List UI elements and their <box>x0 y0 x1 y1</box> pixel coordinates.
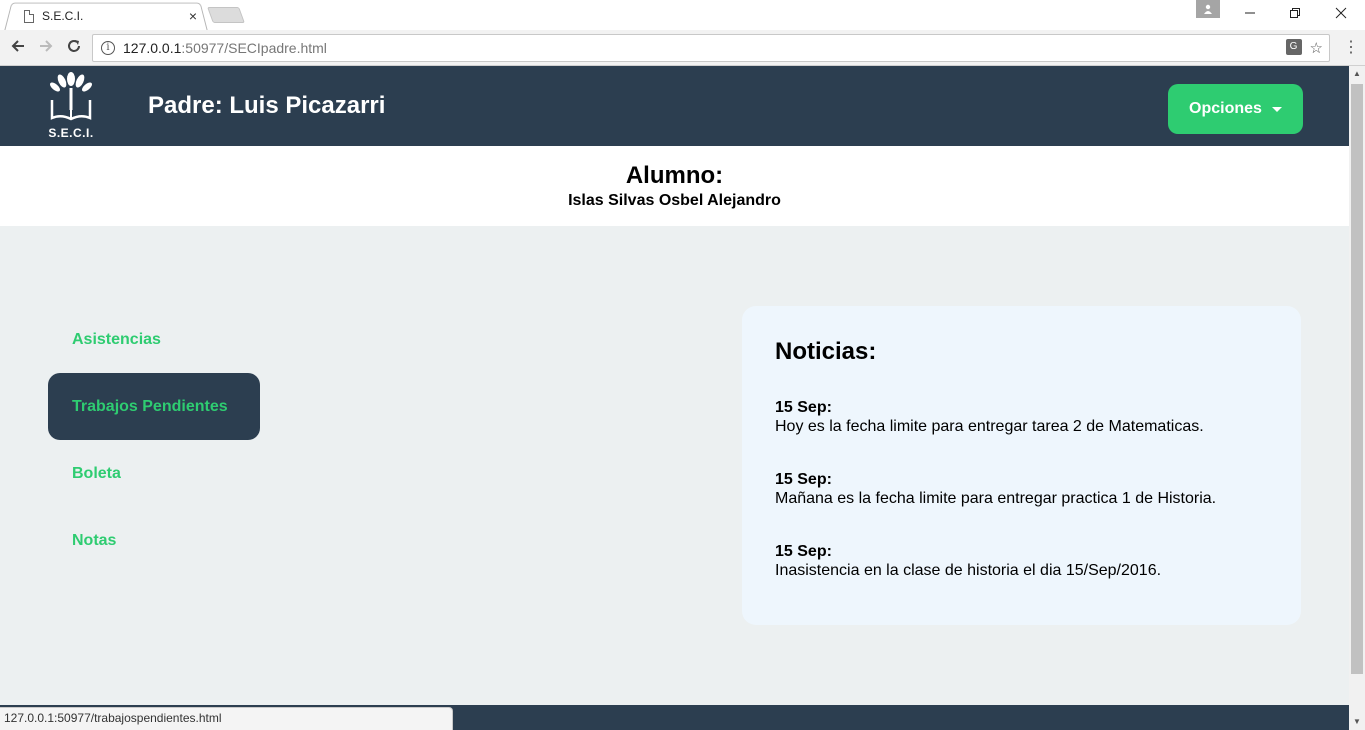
browser-tab-content[interactable]: S.E.C.I. × <box>24 4 200 28</box>
menu-item-boleta[interactable]: Boleta <box>48 440 260 507</box>
options-label: Opciones <box>1189 100 1262 117</box>
news-panel: Noticias: 15 Sep: Hoy es la fecha limite… <box>742 306 1301 625</box>
browser-toolbar: i 127.0.0.1:50977/SECIpadre.html G ☆ ⋮ <box>0 30 1365 66</box>
student-label: Alumno: <box>625 162 724 189</box>
url-path: :50977/SECIpadre.html <box>181 40 327 56</box>
back-icon[interactable] <box>8 38 28 58</box>
scroll-thumb[interactable] <box>1351 84 1363 674</box>
new-tab-button[interactable] <box>207 7 245 23</box>
news-item: 15 Sep: Inasistencia en la clase de hist… <box>775 542 1268 580</box>
url-host: 127.0.0.1 <box>123 40 182 56</box>
options-dropdown-button[interactable]: Opciones <box>1168 84 1303 134</box>
page-title: Padre: Luis Picazarri <box>148 92 386 119</box>
minimize-icon[interactable] <box>1240 4 1260 24</box>
page-scrollbar[interactable]: ▲ ▼ <box>1349 66 1365 730</box>
close-window-icon[interactable] <box>1331 4 1351 24</box>
side-menu: Asistencias Trabajos Pendientes Boleta N… <box>48 306 260 574</box>
tree-book-icon <box>50 72 92 121</box>
menu-item-trabajos-pendientes[interactable]: Trabajos Pendientes <box>48 373 260 440</box>
page-viewport: S.E.C.I. Padre: Luis Picazarri Opciones … <box>0 66 1349 730</box>
status-bar-url: 127.0.0.1:50977/trabajospendientes.html <box>0 707 453 730</box>
news-date: 15 Sep: <box>775 471 832 488</box>
seci-logo[interactable]: S.E.C.I. <box>44 70 98 142</box>
address-bar[interactable]: i 127.0.0.1:50977/SECIpadre.html G ☆ <box>92 34 1330 62</box>
news-date: 15 Sep: <box>775 399 832 416</box>
scroll-up-icon[interactable]: ▲ <box>1349 66 1365 82</box>
forward-icon[interactable] <box>36 38 56 58</box>
translate-icon[interactable]: G <box>1285 39 1302 55</box>
restore-icon[interactable] <box>1285 4 1305 24</box>
menu-item-notas[interactable]: Notas <box>48 507 260 574</box>
logo-text: S.E.C.I. <box>48 126 94 140</box>
tab-close-icon[interactable]: × <box>186 8 200 24</box>
student-info: Alumno: Islas Silvas Osbel Alejandro <box>0 146 1349 226</box>
news-date: 15 Sep: <box>775 543 832 560</box>
scroll-down-icon[interactable]: ▼ <box>1349 714 1365 730</box>
browser-menu-icon[interactable]: ⋮ <box>1343 38 1359 58</box>
document-icon <box>24 9 34 23</box>
news-title: Noticias: <box>775 338 877 365</box>
student-name: Islas Silvas Osbel Alejandro <box>568 192 781 209</box>
news-text: Mañana es la fecha limite para entregar … <box>775 490 1217 507</box>
site-header: S.E.C.I. Padre: Luis Picazarri Opciones <box>0 66 1349 146</box>
reload-icon[interactable] <box>64 38 84 58</box>
profile-icon[interactable] <box>1196 0 1220 18</box>
bookmark-star-icon[interactable]: ☆ <box>1310 39 1323 57</box>
tab-title: S.E.C.I. <box>42 9 84 23</box>
news-item: 15 Sep: Hoy es la fecha limite para entr… <box>775 398 1268 436</box>
info-icon[interactable]: i <box>101 41 115 55</box>
menu-item-asistencias[interactable]: Asistencias <box>48 306 260 373</box>
news-text: Hoy es la fecha limite para entregar tar… <box>775 418 1204 435</box>
browser-tabstrip: S.E.C.I. × <box>0 0 1365 31</box>
omnibox-actions: G ☆ <box>1285 39 1323 57</box>
news-text: Inasistencia en la clase de historia el … <box>775 562 1162 579</box>
news-item: 15 Sep: Mañana es la fecha limite para e… <box>775 470 1268 508</box>
caret-down-icon <box>1271 106 1282 112</box>
